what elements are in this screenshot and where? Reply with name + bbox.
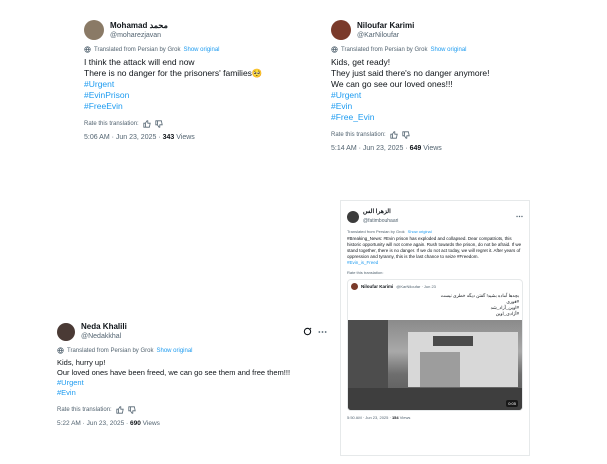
- views-label: Views: [142, 420, 160, 427]
- show-original-link[interactable]: Show original: [156, 348, 192, 354]
- timestamp[interactable]: 5:22 AM · Jun 23, 2025 ·: [57, 420, 128, 427]
- hashtag-link[interactable]: #Urgent: [84, 79, 314, 90]
- author-handle[interactable]: @KarNiloufar: [357, 31, 414, 40]
- tweet-text: Kids, get ready! They just said there's …: [331, 57, 561, 123]
- hashtag-link[interactable]: #Evin_is_Freed: [347, 260, 523, 266]
- quoted-line: #آزادی_اوین: [495, 311, 519, 316]
- views-label: Views: [399, 415, 411, 420]
- hashtag-link[interactable]: #Free_Evin: [331, 112, 561, 123]
- timestamp[interactable]: 5:06 AM · Jun 23, 2025 ·: [84, 134, 161, 141]
- translated-label: Translated from Persian by Grok: [341, 46, 428, 53]
- views-label: Views: [423, 145, 442, 152]
- tweet-line: Kids, get ready!: [331, 57, 391, 67]
- tweet-text: Kids, hurry up! Our loved ones have been…: [57, 358, 327, 398]
- globe-icon: [84, 46, 91, 53]
- quoted-author-handle: @KarNiloufar · Jun 23: [396, 284, 436, 289]
- show-original-link[interactable]: Show original: [430, 47, 466, 53]
- rate-translation-label: Rate this translation:: [331, 132, 386, 138]
- views-count: 154: [391, 415, 399, 420]
- thumbs-up-icon[interactable]: [143, 120, 151, 128]
- globe-icon: [57, 347, 64, 354]
- timestamp[interactable]: 5:14 AM · Jun 23, 2025 ·: [331, 145, 408, 152]
- hashtag-link[interactable]: #Urgent: [331, 90, 561, 101]
- tweet-card-niloufar[interactable]: Niloufar Karimi @KarNiloufar Translated …: [331, 20, 561, 152]
- video-time: 0:05: [506, 400, 518, 407]
- rate-translation-label: Rate this translation:: [347, 270, 384, 275]
- timestamp[interactable]: 5:50 AM · Jun 23, 2025 ·: [347, 415, 391, 420]
- tweet-text: #Breaking_News: #Evin prison has explode…: [347, 236, 522, 259]
- hashtag-link[interactable]: #Urgent: [57, 378, 327, 388]
- translated-label: Translated from Persian by Grok: [347, 229, 405, 234]
- author-name-extra: محمد: [149, 20, 168, 30]
- author-name[interactable]: الزهرا الس: [363, 207, 512, 217]
- tweet-meta: 5:50 AM · Jun 23, 2025 · 154 Views: [347, 415, 523, 420]
- quoted-author-name: Niloufar Karimi: [361, 284, 394, 289]
- avatar[interactable]: [57, 322, 75, 341]
- tweet-line: I think the attack will end now: [84, 57, 195, 67]
- tweet-line: Kids, hurry up!: [57, 358, 106, 367]
- tweet-line: There is no danger for the prisoners' fa…: [84, 68, 263, 78]
- show-original-link[interactable]: Show original: [183, 47, 219, 53]
- tweet-card-alzahra[interactable]: الزهرا الس @fatimbouhaari Translated fro…: [340, 200, 530, 456]
- tweet-meta: 5:22 AM · Jun 23, 2025 · 690 Views: [57, 420, 327, 427]
- gate: [420, 352, 460, 387]
- tweet-line: We can go see our loved ones!!!: [331, 79, 453, 89]
- building-sign: [433, 336, 473, 346]
- translated-label: Translated from Persian by Grok: [94, 46, 181, 53]
- author-name[interactable]: Niloufar Karimi: [357, 21, 414, 31]
- tweet-text: I think the attack will end now There is…: [84, 57, 314, 112]
- thumbs-down-icon[interactable]: [128, 406, 136, 414]
- hashtag-link[interactable]: #Evin: [331, 101, 561, 112]
- tweet-meta: 5:06 AM · Jun 23, 2025 · 343 Views: [84, 134, 314, 141]
- author-handle[interactable]: @Nedakkhal: [81, 332, 297, 341]
- author-handle[interactable]: @moharezjavan: [110, 31, 168, 40]
- hashtag-link[interactable]: #FreeEvin: [84, 101, 314, 112]
- avatar[interactable]: [347, 210, 359, 223]
- views-count: 343: [162, 134, 175, 141]
- quoted-video[interactable]: 0:05: [348, 320, 522, 410]
- views-count: 649: [409, 145, 422, 152]
- author-name[interactable]: Neda Khalili: [81, 322, 297, 332]
- thumbs-down-icon[interactable]: [402, 131, 410, 139]
- tweet-card-neda[interactable]: Neda Khalili @Nedakkhal Translated from …: [57, 322, 327, 427]
- tweet-line: They just said there's no danger anymore…: [331, 68, 490, 78]
- globe-icon: [331, 46, 338, 53]
- more-options-icon[interactable]: [516, 215, 523, 218]
- hashtag-link[interactable]: #Evin: [57, 388, 327, 398]
- ground: [348, 388, 522, 410]
- rate-translation-label: Rate this translation:: [84, 121, 139, 127]
- translated-label: Translated from Persian by Grok: [67, 347, 154, 354]
- thumbs-up-icon[interactable]: [116, 406, 124, 414]
- views-count: 690: [130, 420, 141, 427]
- tweet-line: Our loved ones have been freed, we can g…: [57, 368, 291, 377]
- grok-icon[interactable]: [303, 327, 312, 336]
- show-original-link[interactable]: Show original: [408, 229, 432, 234]
- thumbs-down-icon[interactable]: [155, 120, 163, 128]
- tweet-meta: 5:14 AM · Jun 23, 2025 · 649 Views: [331, 145, 561, 152]
- author-name[interactable]: Mohamad: [110, 21, 147, 30]
- author-handle[interactable]: @fatimbouhaari: [363, 217, 512, 226]
- quoted-tweet[interactable]: Niloufar Karimi @KarNiloufar · Jun 23 بچ…: [347, 279, 523, 411]
- more-options-icon[interactable]: [318, 330, 327, 334]
- hashtag-link[interactable]: #EvinPrison: [84, 90, 314, 101]
- avatar: [351, 283, 358, 290]
- rate-translation-label: Rate this translation:: [57, 407, 112, 413]
- tweet-card-mohamad[interactable]: Mohamad محمد @moharezjavan Translated fr…: [84, 20, 314, 141]
- avatar[interactable]: [331, 20, 351, 40]
- views-label: Views: [176, 134, 195, 141]
- thumbs-up-icon[interactable]: [390, 131, 398, 139]
- avatar[interactable]: [84, 20, 104, 40]
